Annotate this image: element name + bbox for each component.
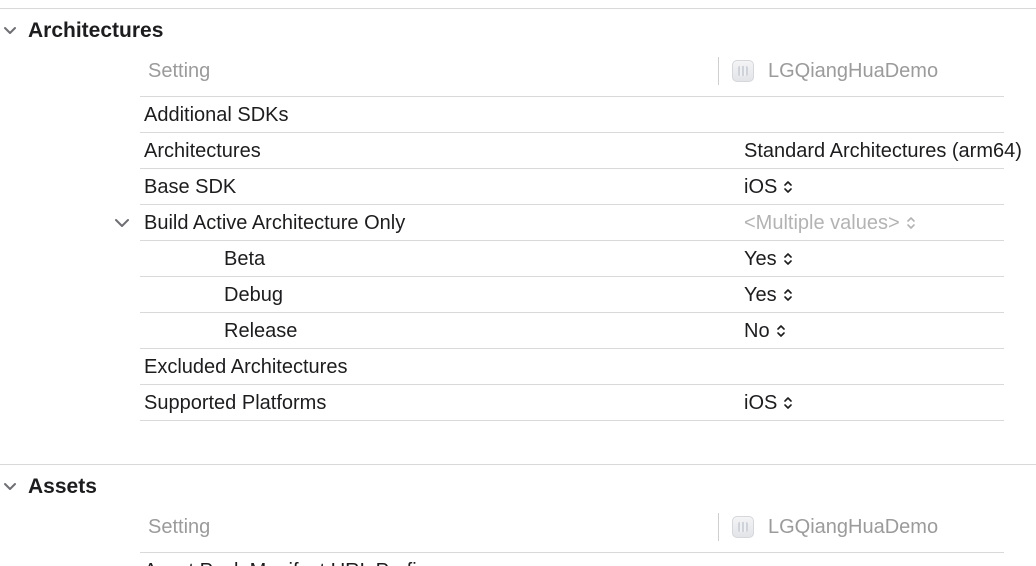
build-settings-canvas: Architectures Setting LGQiangHuaDemo Add…	[0, 0, 1036, 566]
section-title: Architectures	[28, 19, 164, 42]
setting-name: Base SDK	[144, 176, 237, 198]
setting-name: Beta	[224, 248, 266, 270]
section-header-assets[interactable]: Assets	[0, 473, 97, 501]
column-target[interactable]: LGQiangHuaDemo	[732, 53, 938, 89]
setting-name: Build Active Architecture Only	[144, 212, 406, 234]
setting-row-release[interactable]: Release No	[140, 313, 1004, 349]
popup-stepper-icon	[783, 253, 792, 265]
section-header-architectures[interactable]: Architectures	[0, 17, 163, 45]
section-separator	[0, 464, 1036, 465]
row-divider	[140, 420, 1004, 421]
target-name: LGQiangHuaDemo	[768, 59, 939, 82]
popup-stepper-icon	[784, 397, 793, 409]
setting-value-popup[interactable]: <Multiple values>	[744, 205, 916, 241]
popup-stepper-icon	[783, 289, 792, 301]
setting-value: Yes	[744, 283, 777, 306]
column-target[interactable]: LGQiangHuaDemo	[732, 509, 938, 545]
setting-name: Asset Pack Manifest URL Prefix	[144, 553, 427, 566]
column-header: Setting LGQiangHuaDemo	[140, 53, 1004, 89]
setting-value: No	[744, 319, 770, 342]
section-separator	[0, 8, 1036, 9]
setting-row-supported-platforms[interactable]: Supported Platforms iOS	[140, 385, 1004, 421]
setting-row-excluded-architectures[interactable]: Excluded Architectures	[140, 349, 1004, 385]
setting-name: Debug	[224, 284, 283, 306]
setting-value: iOS	[744, 391, 778, 414]
column-setting-label[interactable]: Setting	[148, 53, 210, 89]
setting-row-debug[interactable]: Debug Yes	[140, 277, 1004, 313]
popup-stepper-icon	[784, 181, 793, 193]
setting-row-additional-sdks[interactable]: Additional SDKs	[140, 97, 1004, 133]
setting-row-base-sdk[interactable]: Base SDK iOS	[140, 169, 1004, 205]
setting-name: Excluded Architectures	[144, 356, 348, 378]
column-header: Setting LGQiangHuaDemo	[140, 509, 1004, 545]
target-app-icon	[732, 516, 754, 538]
chevron-down-icon[interactable]	[112, 213, 132, 233]
popup-stepper-icon	[776, 325, 785, 337]
setting-value: iOS	[744, 175, 778, 198]
setting-name: Supported Platforms	[144, 392, 327, 414]
setting-name: Architectures	[144, 140, 261, 162]
setting-name: Release	[224, 320, 298, 342]
setting-row-asset-pack-manifest-url-prefix[interactable]: Asset Pack Manifest URL Prefix	[140, 553, 1004, 566]
column-setting-label[interactable]: Setting	[148, 509, 210, 545]
target-name: LGQiangHuaDemo	[768, 515, 939, 538]
column-divider[interactable]	[718, 57, 719, 85]
chevron-down-icon[interactable]	[0, 21, 20, 41]
setting-name: Additional SDKs	[144, 104, 289, 126]
setting-value: Yes	[744, 247, 777, 270]
column-divider[interactable]	[718, 513, 719, 541]
setting-value[interactable]: Standard Architectures (arm64)	[744, 133, 1022, 169]
setting-row-beta[interactable]: Beta Yes	[140, 241, 1004, 277]
setting-value-popup[interactable]: Yes	[744, 277, 793, 313]
setting-row-build-active-architecture-only[interactable]: Build Active Architecture Only <Multiple…	[115, 205, 1004, 241]
setting-value: <Multiple values>	[744, 211, 900, 234]
chevron-down-icon[interactable]	[0, 477, 20, 497]
setting-value-popup[interactable]: Yes	[744, 241, 793, 277]
section-title: Assets	[28, 475, 97, 498]
setting-value-popup[interactable]: iOS	[744, 169, 793, 205]
target-app-icon	[732, 60, 754, 82]
setting-value-popup[interactable]: iOS	[744, 385, 793, 421]
popup-stepper-icon	[906, 217, 915, 229]
setting-value-popup[interactable]: No	[744, 313, 786, 349]
setting-row-architectures[interactable]: Architectures Standard Architectures (ar…	[140, 133, 1022, 169]
